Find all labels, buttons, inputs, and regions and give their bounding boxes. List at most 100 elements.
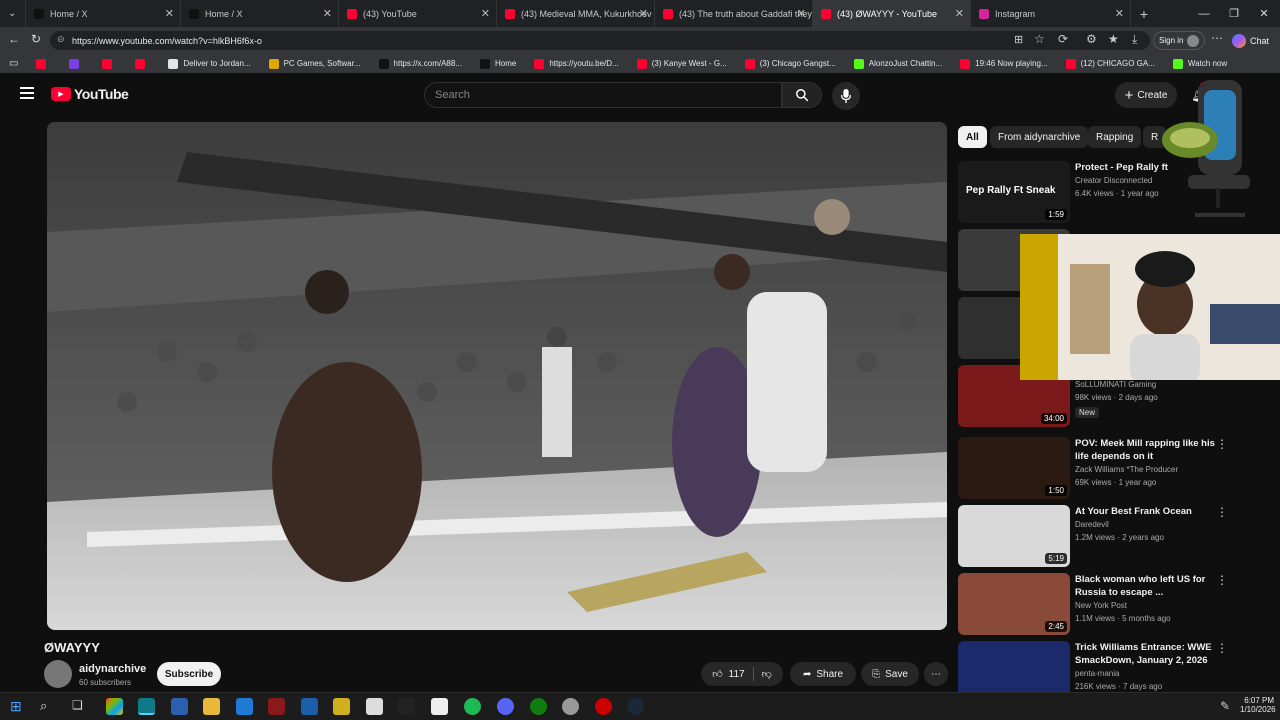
- bookmark-item[interactable]: (12) CHICAGO GA...: [1057, 58, 1164, 69]
- browser-tab[interactable]: Home / X ✕: [26, 0, 181, 27]
- recommendation-title[interactable]: Trick Williams Entrance: WWE SmackDown, …: [1075, 641, 1215, 667]
- bookmark-item[interactable]: https://youtu.be/D...: [525, 58, 627, 69]
- close-tab-icon[interactable]: ✕: [797, 7, 806, 20]
- video-thumbnail[interactable]: 1:50: [958, 437, 1070, 499]
- close-tab-icon[interactable]: ✕: [165, 7, 174, 20]
- close-tab-icon[interactable]: ✕: [1115, 7, 1124, 20]
- edge-browser-icon[interactable]: [138, 698, 155, 715]
- recommendation-title[interactable]: POV: Meek Mill rapping like his life dep…: [1075, 437, 1215, 463]
- recommendation-channel[interactable]: SoLLUMINATI Gaming: [1075, 380, 1156, 389]
- favorites-icon[interactable]: ★: [1108, 32, 1119, 46]
- recommendation-channel[interactable]: penta-mania: [1075, 669, 1119, 678]
- bookmark-item[interactable]: Home: [471, 58, 525, 69]
- extensions-icon[interactable]: ⚙: [1086, 32, 1097, 46]
- youtube-logo[interactable]: ▶ YouTube: [51, 86, 129, 102]
- video-thumbnail[interactable]: 2:45: [958, 573, 1070, 635]
- dislike-button[interactable]: 👎︎: [762, 668, 772, 680]
- browser-tab[interactable]: Instagram ✕: [971, 0, 1131, 27]
- site-info-icon[interactable]: ⊝: [57, 34, 65, 45]
- hamburger-menu-icon[interactable]: [20, 87, 34, 99]
- recommendation-title[interactable]: Black woman who left US for Russia to es…: [1075, 573, 1215, 599]
- bookmark-item[interactable]: [27, 58, 60, 69]
- copilot-chat-button[interactable]: Chat: [1232, 31, 1269, 50]
- search-button[interactable]: [782, 82, 822, 108]
- video-player[interactable]: [47, 122, 947, 630]
- save-button[interactable]: ⎘ Save: [861, 662, 919, 686]
- recommendation-channel[interactable]: New York Post: [1075, 601, 1127, 610]
- filter-chip[interactable]: From aidynarchive: [990, 126, 1089, 148]
- bookmark-item[interactable]: (3) Kanye West - G...: [628, 58, 736, 69]
- minimize-icon[interactable]: —: [1188, 0, 1220, 27]
- discord-icon[interactable]: [497, 698, 514, 715]
- shortcut-icon[interactable]: [366, 698, 383, 715]
- task-view-icon[interactable]: ❏: [72, 698, 83, 712]
- more-vertical-icon[interactable]: ⋮: [1216, 573, 1228, 587]
- filter-chip[interactable]: Rapping: [1088, 126, 1142, 148]
- copilot-app-icon[interactable]: [106, 698, 123, 715]
- close-tab-icon[interactable]: ✕: [481, 7, 490, 20]
- app-icon[interactable]: [562, 698, 579, 715]
- dark-app-icon[interactable]: [398, 698, 415, 715]
- recommendation-item[interactable]: 2:45 Black woman who left US for Russia t…: [958, 573, 1238, 635]
- browser-tab[interactable]: (43) The truth about Gaddafi they ✕: [655, 0, 813, 27]
- bookmark-item[interactable]: PC Games, Softwar...: [260, 58, 370, 69]
- back-icon[interactable]: ←: [8, 32, 20, 46]
- recommendation-item[interactable]: 1:50 POV: Meek Mill rapping like his life…: [958, 437, 1238, 499]
- bookmark-item[interactable]: AlonzoJust Chattin...: [845, 58, 951, 69]
- record-app-icon[interactable]: [595, 698, 612, 715]
- search-icon[interactable]: ⌕: [40, 698, 47, 714]
- maximize-icon[interactable]: ❐: [1218, 0, 1250, 27]
- apps-icon[interactable]: ⊞: [1014, 33, 1023, 46]
- xbox-icon[interactable]: [530, 698, 547, 715]
- reload-icon[interactable]: ↻: [31, 32, 41, 46]
- video-thumbnail[interactable]: Pep Rally Ft Sneak 1:59: [958, 161, 1070, 223]
- close-window-icon[interactable]: ✕: [1248, 0, 1280, 27]
- bookmark-item[interactable]: [93, 58, 126, 69]
- download-icon[interactable]: ⤓: [1132, 32, 1137, 47]
- recommendation-item[interactable]: 5:19 At Your Best Frank Ocean Daredevil 1.2…: [958, 505, 1238, 567]
- spotify-icon[interactable]: [464, 698, 481, 715]
- browser-tab[interactable]: (43) ØWAYYY - YouTube ✕: [813, 0, 971, 27]
- bookmarks-menu-icon[interactable]: ▭: [0, 58, 27, 69]
- like-button[interactable]: 👍︎ 117: [712, 668, 744, 681]
- tab-list-button[interactable]: ⌄: [0, 0, 26, 27]
- file-explorer-icon[interactable]: [203, 698, 220, 715]
- close-tab-icon[interactable]: ✕: [955, 7, 964, 20]
- close-tab-icon[interactable]: ✕: [639, 7, 648, 20]
- share-button[interactable]: ➦ Share: [790, 662, 856, 686]
- bookmark-item[interactable]: [126, 58, 159, 69]
- video-thumbnail[interactable]: 5:19: [958, 505, 1070, 567]
- steam-icon[interactable]: [627, 698, 644, 715]
- voice-search-button[interactable]: [832, 82, 860, 110]
- windows-start-icon[interactable]: ⊞: [10, 698, 22, 715]
- more-vertical-icon[interactable]: ⋮: [1216, 641, 1228, 655]
- bookmark-item[interactable]: [60, 58, 93, 69]
- pen-icon[interactable]: ✎: [1220, 699, 1230, 713]
- recommendation-channel[interactable]: Zack Williams *The Producer: [1075, 465, 1178, 474]
- search-input[interactable]: Search: [424, 82, 782, 108]
- browser-tab[interactable]: (43) Medieval MMA, Kukurkhoev ✕: [497, 0, 655, 27]
- subscribe-button[interactable]: Subscribe: [157, 662, 221, 686]
- channel-name[interactable]: aidynarchive: [79, 663, 146, 675]
- refresh-page-icon[interactable]: ⟳: [1058, 32, 1068, 46]
- bookmark-item[interactable]: Watch now: [1164, 58, 1236, 69]
- close-tab-icon[interactable]: ✕: [323, 7, 332, 20]
- more-actions-button[interactable]: ⋯: [924, 662, 948, 686]
- favorite-star-icon[interactable]: ☆: [1034, 32, 1045, 46]
- mega-app-icon[interactable]: [333, 698, 350, 715]
- sign-in-button[interactable]: Sign in: [1153, 31, 1205, 50]
- clock[interactable]: 6:07 PM 1/10/2026: [1240, 696, 1276, 714]
- browser-tab[interactable]: (43) YouTube ✕: [339, 0, 497, 27]
- game-app-icon[interactable]: [268, 698, 285, 715]
- bookmark-item[interactable]: 19:46 Now playing...: [951, 58, 1057, 69]
- filter-chip[interactable]: All: [958, 126, 987, 148]
- bookmark-item[interactable]: Deliver to Jordan...: [159, 58, 259, 69]
- recommendation-channel[interactable]: Creator Disconnected: [1075, 176, 1152, 185]
- recommendation-title[interactable]: At Your Best Frank Ocean: [1075, 505, 1215, 518]
- bookmark-item[interactable]: (3) Chicago Gangst...: [736, 58, 845, 69]
- new-tab-button[interactable]: +: [1131, 0, 1157, 27]
- recommendation-channel[interactable]: Daredevil: [1075, 520, 1109, 529]
- url-field[interactable]: ⊝ https://www.youtube.com/watch?v=hlkBH6…: [50, 31, 1150, 50]
- document-icon[interactable]: [431, 698, 448, 715]
- more-menu-icon[interactable]: ⋯: [1211, 31, 1223, 45]
